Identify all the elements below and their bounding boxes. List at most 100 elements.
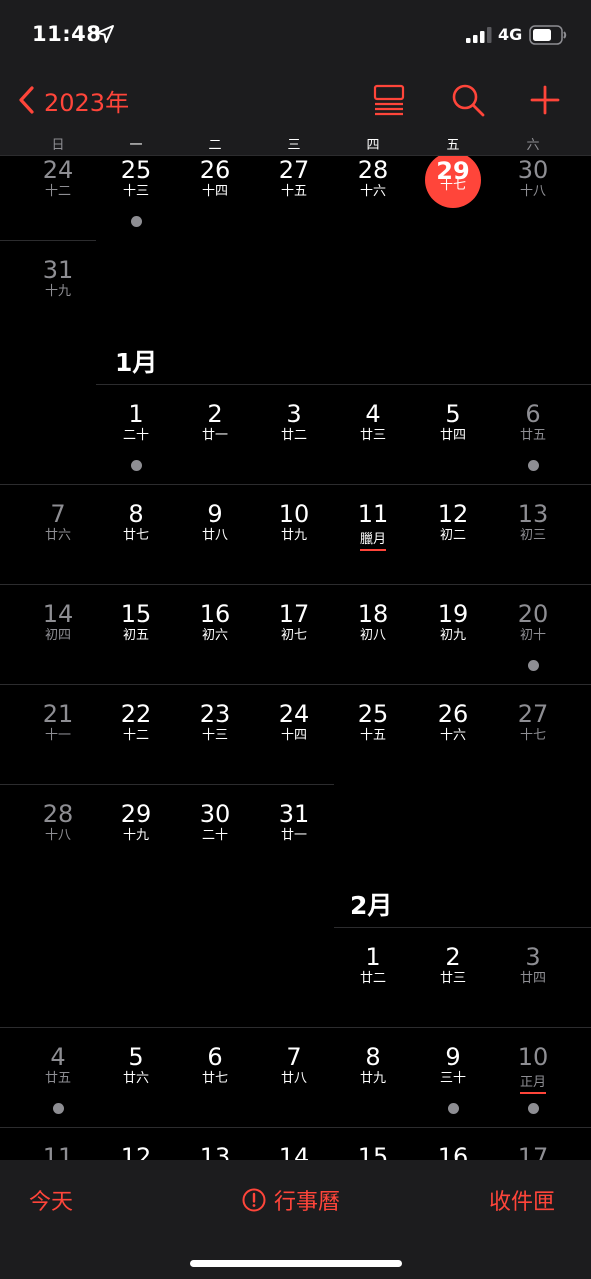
calendars-button[interactable]: 行事曆	[242, 1184, 340, 1216]
lunar-date: 廿八	[201, 528, 228, 543]
lunar-date: 十五	[280, 184, 307, 199]
day-cell[interactable]: 4 廿五	[19, 1043, 97, 1087]
day-cell-today[interactable]: 29 十七	[414, 156, 492, 208]
lunar-date: 廿一	[201, 428, 228, 443]
network-type: 4G	[498, 25, 523, 44]
day-cell[interactable]: 16 初六	[176, 600, 254, 644]
day-cell[interactable]: 29 十九	[97, 800, 175, 844]
day-number: 30	[199, 800, 231, 828]
day-cell[interactable]: 4 廿三	[334, 400, 412, 444]
day-cell[interactable]: 1 廿二	[334, 943, 412, 987]
day-cell[interactable]: 30 二十	[176, 800, 254, 844]
lunar-date: 廿六	[44, 528, 71, 543]
day-cell[interactable]: 31 廿一	[255, 800, 333, 844]
list-view-icon[interactable]	[371, 82, 407, 118]
day-cell[interactable]: 25 十五	[334, 700, 412, 744]
lunar-date: 十六	[439, 728, 466, 743]
day-cell[interactable]: 24 十四	[255, 700, 333, 744]
day-number: 17	[517, 1143, 549, 1160]
day-cell[interactable]: 17	[494, 1143, 572, 1160]
lunar-date: 十一	[44, 728, 71, 743]
day-cell[interactable]: 17 初七	[255, 600, 333, 644]
lunar-date: 十八	[519, 184, 546, 199]
day-cell[interactable]: 2 廿三	[414, 943, 492, 987]
day-cell[interactable]: 27 十七	[494, 700, 572, 744]
day-number: 3	[286, 400, 302, 428]
add-icon[interactable]	[527, 82, 563, 118]
day-cell[interactable]: 11	[19, 1143, 97, 1160]
lunar-date: 廿七	[122, 528, 149, 543]
event-dot	[527, 1103, 539, 1114]
day-cell[interactable]: 5 廿四	[414, 400, 492, 444]
day-number: 28	[357, 156, 389, 184]
day-cell[interactable]: 8 廿七	[97, 500, 175, 544]
day-cell[interactable]: 9 三十	[414, 1043, 492, 1087]
day-cell[interactable]: 14 初四	[19, 600, 97, 644]
location-arrow-icon	[96, 25, 114, 43]
day-cell[interactable]: 3 廿四	[494, 943, 572, 987]
day-cell[interactable]: 12 初二	[414, 500, 492, 544]
alert-circle-icon	[242, 1188, 266, 1212]
lunar-date: 廿九	[359, 1071, 386, 1086]
lunar-date: 初三	[519, 528, 546, 543]
day-cell[interactable]: 23 十三	[176, 700, 254, 744]
lunar-date: 十三	[201, 728, 228, 743]
day-cell[interactable]: 7 廿八	[255, 1043, 333, 1087]
day-cell[interactable]: 24 十二	[19, 156, 97, 200]
day-cell[interactable]: 26 十六	[414, 700, 492, 744]
day-cell[interactable]: 18 初八	[334, 600, 412, 644]
day-cell[interactable]: 13 初三	[494, 500, 572, 544]
back-to-year-button[interactable]: 2023年	[16, 82, 129, 118]
day-number: 30	[517, 156, 549, 184]
day-cell[interactable]: 5 廿六	[97, 1043, 175, 1087]
lunar-date: 十九	[122, 828, 149, 843]
day-cell[interactable]: 31 十九	[19, 256, 97, 300]
month-calendar-grid[interactable]: 1月 2月 24 十二 25 十三 26 十四 27 十五 28 十六 29 十七 30 十八 31 十九 1 二…	[0, 156, 591, 1160]
day-cell[interactable]: 28 十六	[334, 156, 412, 200]
lunar-date: 臘月	[359, 532, 386, 551]
day-cell[interactable]: 8 廿九	[334, 1043, 412, 1087]
day-cell[interactable]: 3 廿二	[255, 400, 333, 444]
row-separator	[0, 584, 591, 585]
day-cell[interactable]: 27 十五	[255, 156, 333, 200]
day-cell[interactable]: 9 廿八	[176, 500, 254, 544]
lunar-date: 廿三	[359, 428, 386, 443]
inbox-button[interactable]: 收件匣	[489, 1184, 555, 1216]
day-number: 25	[357, 700, 389, 728]
search-icon[interactable]	[450, 82, 486, 118]
day-cell[interactable]: 12	[97, 1143, 175, 1160]
day-cell[interactable]: 13	[176, 1143, 254, 1160]
row-separator	[334, 927, 591, 928]
day-cell[interactable]: 6 廿七	[176, 1043, 254, 1087]
lunar-date: 廿八	[280, 1071, 307, 1086]
chevron-left-icon	[19, 86, 34, 114]
day-cell[interactable]: 22 十二	[97, 700, 175, 744]
row-separator	[0, 684, 591, 685]
today-button[interactable]: 今天	[29, 1184, 73, 1216]
day-cell[interactable]: 14	[255, 1143, 333, 1160]
day-cell[interactable]: 10 廿九	[255, 500, 333, 544]
day-number: 17	[278, 600, 310, 628]
row-separator	[0, 784, 334, 785]
day-number: 22	[120, 700, 152, 728]
day-cell[interactable]: 16	[414, 1143, 492, 1160]
day-cell[interactable]: 2 廿一	[176, 400, 254, 444]
day-cell[interactable]: 20 初十	[494, 600, 572, 644]
day-cell[interactable]: 1 二十	[97, 400, 175, 444]
day-cell[interactable]: 19 初九	[414, 600, 492, 644]
day-cell[interactable]: 26 十四	[176, 156, 254, 200]
day-cell[interactable]: 21 十一	[19, 700, 97, 744]
day-cell[interactable]: 15 初五	[97, 600, 175, 644]
day-cell[interactable]: 15	[334, 1143, 412, 1160]
day-cell[interactable]: 11 臘月	[334, 500, 412, 551]
day-cell[interactable]: 10 正月	[494, 1043, 572, 1094]
day-cell[interactable]: 30 十八	[494, 156, 572, 200]
lunar-date: 十五	[359, 728, 386, 743]
day-cell[interactable]: 28 十八	[19, 800, 97, 844]
day-cell[interactable]: 6 廿五	[494, 400, 572, 444]
lunar-date: 十三	[122, 184, 149, 199]
day-cell[interactable]: 25 十三	[97, 156, 175, 200]
day-cell[interactable]: 7 廿六	[19, 500, 97, 544]
lunar-date: 十四	[280, 728, 307, 743]
row-separator	[0, 1127, 591, 1128]
